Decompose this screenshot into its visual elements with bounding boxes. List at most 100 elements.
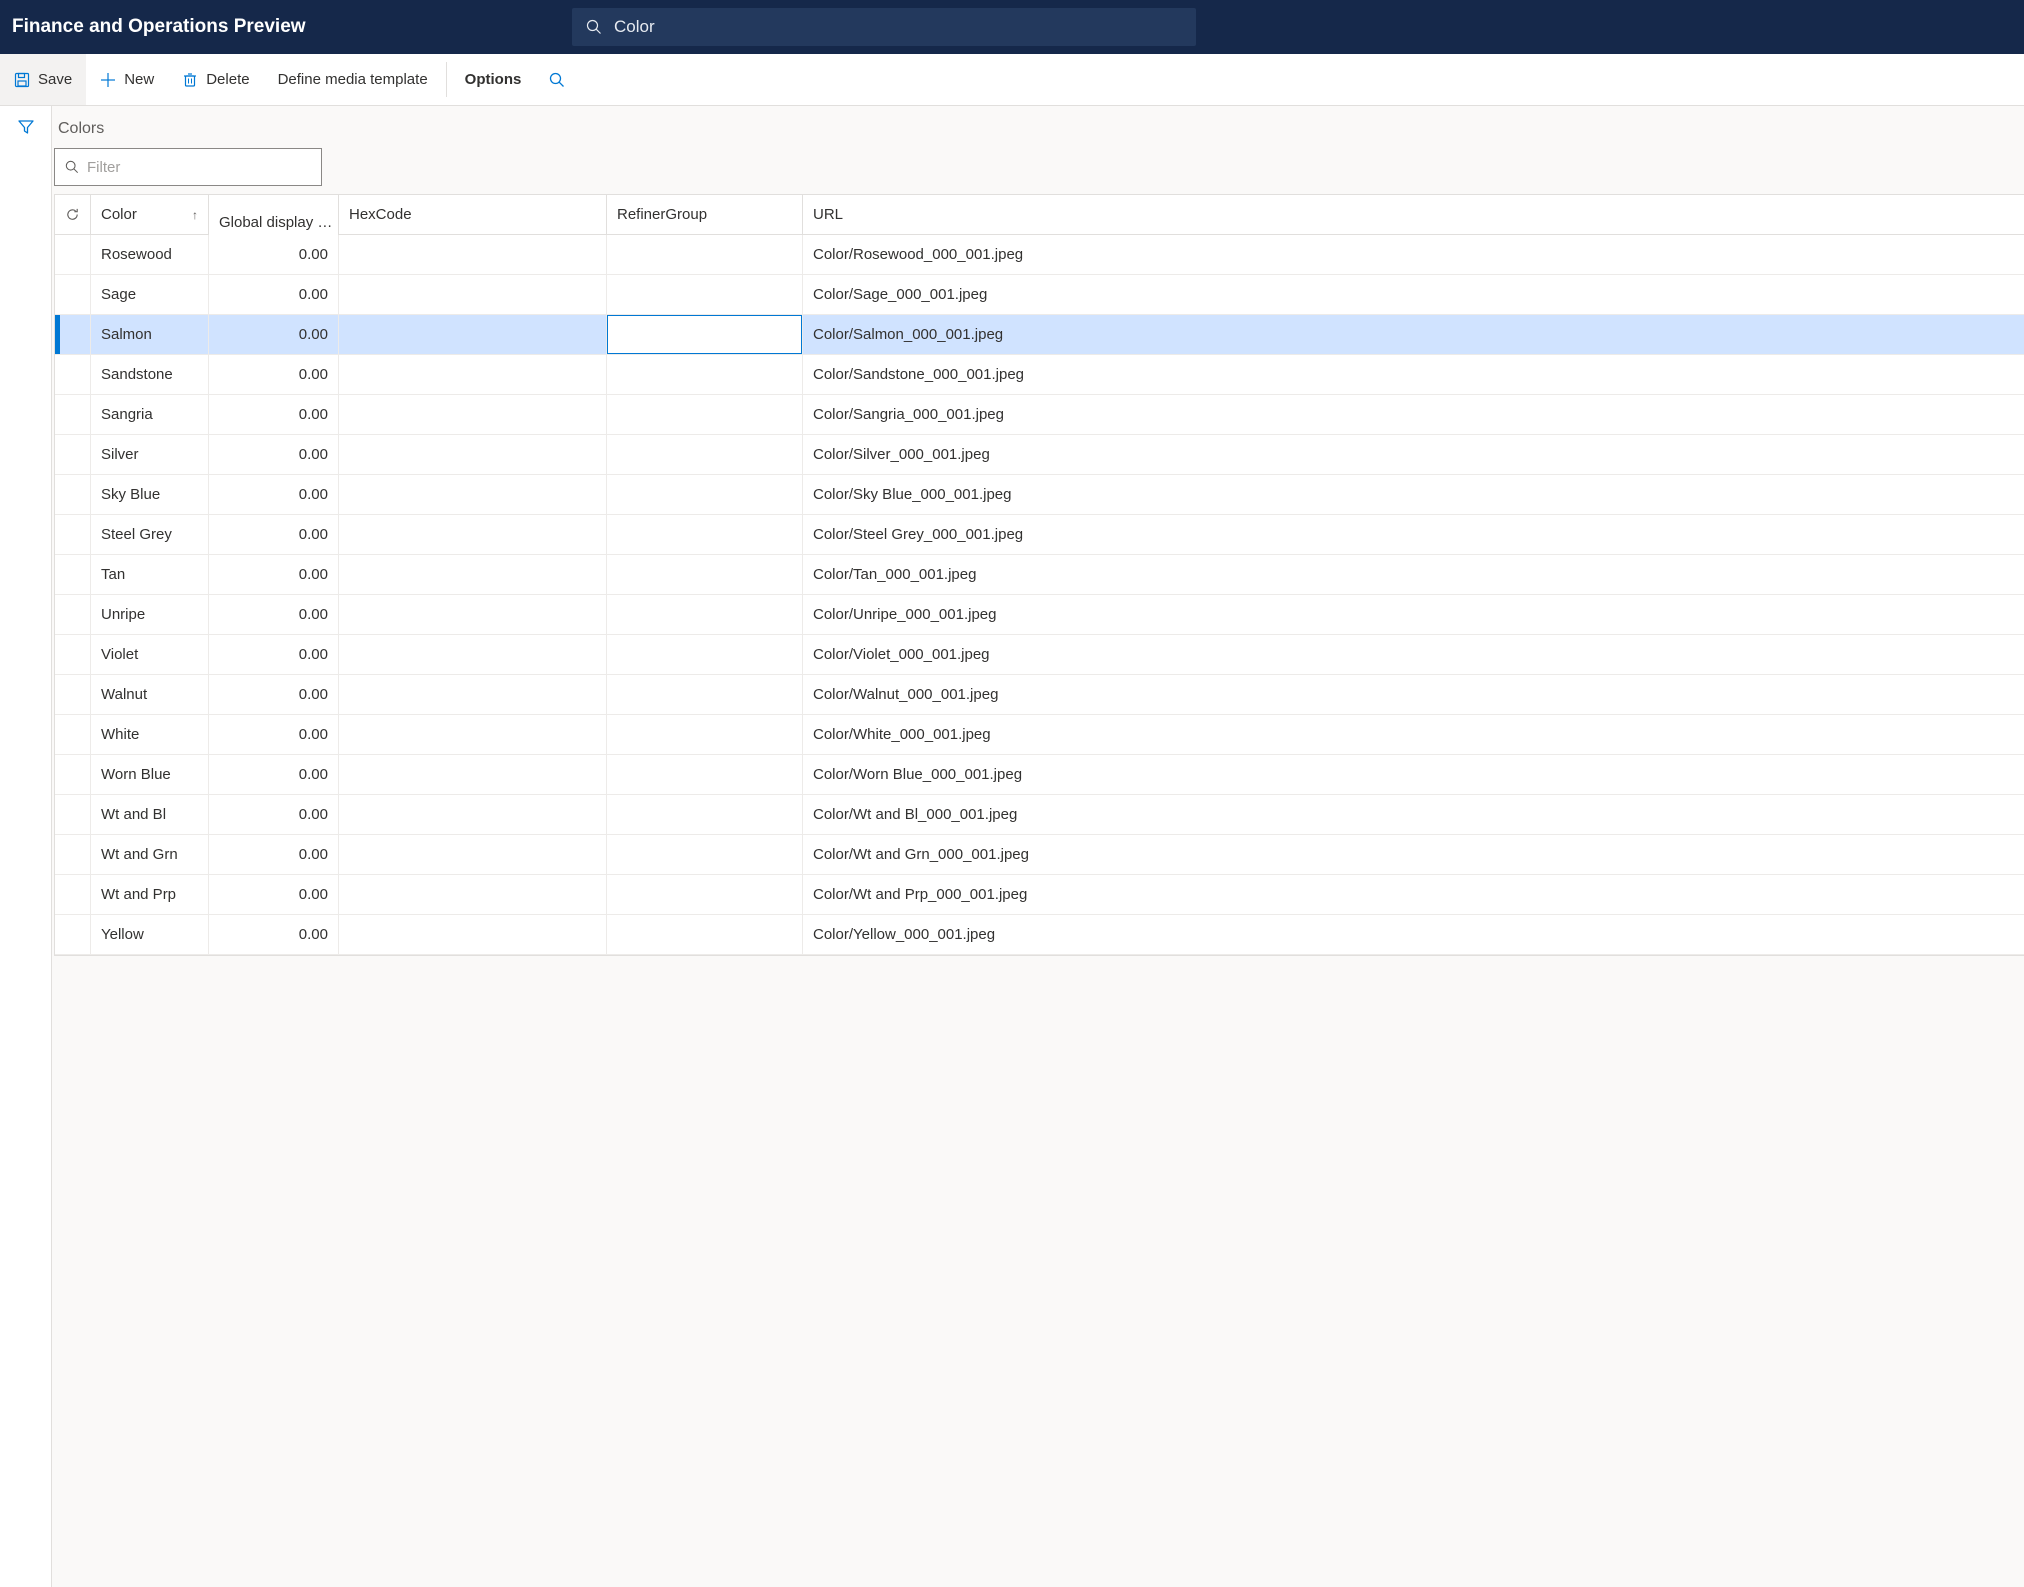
display-cell[interactable]: 0.00 <box>209 275 339 314</box>
hexcode-cell[interactable] <box>339 515 607 554</box>
display-cell[interactable]: 0.00 <box>209 915 339 954</box>
refinergroup-cell[interactable] <box>607 435 803 474</box>
refinergroup-cell[interactable] <box>607 475 803 514</box>
color-cell[interactable]: Salmon <box>91 315 209 354</box>
color-cell[interactable]: Tan <box>91 555 209 594</box>
display-cell[interactable]: 0.00 <box>209 795 339 834</box>
grid-filter-input[interactable] <box>87 159 311 176</box>
color-cell[interactable]: Sky Blue <box>91 475 209 514</box>
display-cell[interactable]: 0.00 <box>209 475 339 514</box>
url-cell[interactable]: Color/Steel Grey_000_001.jpeg <box>803 515 2024 554</box>
color-cell[interactable]: Sage <box>91 275 209 314</box>
display-cell[interactable]: 0.00 <box>209 715 339 754</box>
color-cell[interactable]: Unripe <box>91 595 209 634</box>
row-selector[interactable] <box>60 475 91 514</box>
hexcode-cell[interactable] <box>339 675 607 714</box>
row-selector[interactable] <box>60 795 91 834</box>
hexcode-cell[interactable] <box>339 635 607 674</box>
row-selector[interactable] <box>60 715 91 754</box>
color-cell[interactable]: Wt and Bl <box>91 795 209 834</box>
refinergroup-input[interactable] <box>607 315 802 354</box>
table-row[interactable]: Walnut0.00 Color/Walnut_000_001.jpeg <box>55 675 2024 715</box>
refinergroup-column-header[interactable]: RefinerGroup <box>607 195 803 234</box>
refinergroup-cell[interactable] <box>607 835 803 874</box>
table-row[interactable]: Silver0.00 Color/Silver_000_001.jpeg <box>55 435 2024 475</box>
hexcode-cell[interactable] <box>339 755 607 794</box>
refinergroup-cell[interactable] <box>607 875 803 914</box>
refinergroup-cell[interactable] <box>607 675 803 714</box>
new-button[interactable]: New <box>86 54 168 105</box>
display-cell[interactable]: 0.00 <box>209 875 339 914</box>
refinergroup-cell[interactable] <box>607 555 803 594</box>
display-cell[interactable]: 0.00 <box>209 835 339 874</box>
table-row[interactable]: Violet0.00Color/Violet_000_001.jpeg <box>55 635 2024 675</box>
url-cell[interactable]: Color/Worn Blue_000_001.jpeg <box>803 755 2024 794</box>
display-cell[interactable]: 0.00 <box>209 675 339 714</box>
url-cell[interactable]: Color/Wt and Bl_000_001.jpeg <box>803 795 2024 834</box>
url-cell[interactable]: Color/Walnut_000_001.jpeg <box>803 675 2024 714</box>
refinergroup-cell[interactable] <box>607 275 803 314</box>
color-cell[interactable]: Sangria <box>91 395 209 434</box>
row-selector[interactable] <box>60 635 91 674</box>
color-cell[interactable]: White <box>91 715 209 754</box>
refresh-column-header[interactable] <box>55 195 91 234</box>
table-row[interactable]: White0.00Color/White_000_001.jpeg <box>55 715 2024 755</box>
table-row[interactable]: Yellow0.00Color/Yellow_000_001.jpeg <box>55 915 2024 955</box>
url-column-header[interactable]: URL <box>803 195 2024 234</box>
color-column-header[interactable]: Color ↑ <box>91 195 209 234</box>
url-cell[interactable]: Color/Unripe_000_001.jpeg <box>803 595 2024 634</box>
refinergroup-cell[interactable] <box>607 395 803 434</box>
hexcode-cell[interactable] <box>339 475 607 514</box>
color-cell[interactable]: Silver <box>91 435 209 474</box>
color-cell[interactable]: Wt and Grn <box>91 835 209 874</box>
url-cell[interactable]: Color/Salmon_000_001.jpeg <box>803 315 2024 354</box>
url-cell[interactable]: Color/Sky Blue_000_001.jpeg <box>803 475 2024 514</box>
display-cell[interactable]: 0.00 <box>209 755 339 794</box>
display-cell[interactable]: 0.00 <box>209 555 339 594</box>
row-selector[interactable] <box>60 435 91 474</box>
color-cell[interactable]: Worn Blue <box>91 755 209 794</box>
hexcode-cell[interactable] <box>339 435 607 474</box>
grid-filter[interactable] <box>54 148 322 186</box>
delete-button[interactable]: Delete <box>168 54 263 105</box>
color-cell[interactable]: Steel Grey <box>91 515 209 554</box>
display-cell[interactable]: 0.00 <box>209 395 339 434</box>
refinergroup-cell[interactable] <box>607 715 803 754</box>
url-cell[interactable]: Color/Silver_000_001.jpeg <box>803 435 2024 474</box>
hexcode-cell[interactable] <box>339 315 607 354</box>
refinergroup-cell[interactable] <box>607 595 803 634</box>
filter-pane-toggle[interactable] <box>17 118 35 139</box>
table-row[interactable]: Tan0.00Color/Tan_000_001.jpeg <box>55 555 2024 595</box>
table-row[interactable]: Sangria0.00 Color/Sangria_000_001.jpeg <box>55 395 2024 435</box>
table-row[interactable]: Salmon0.00 Color/Salmon_000_001.jpeg <box>55 315 2024 355</box>
table-row[interactable]: Wt and Bl0.00 Color/Wt and Bl_000_001.jpe… <box>55 795 2024 835</box>
row-selector[interactable] <box>60 235 91 274</box>
row-selector[interactable] <box>60 355 91 394</box>
url-cell[interactable]: Color/Sangria_000_001.jpeg <box>803 395 2024 434</box>
color-cell[interactable]: Sandstone <box>91 355 209 394</box>
row-selector[interactable] <box>60 275 91 314</box>
hexcode-column-header[interactable]: HexCode <box>339 195 607 234</box>
table-row[interactable]: Wt and Grn0.00 Color/Wt and Grn_000_001.j… <box>55 835 2024 875</box>
refinergroup-cell[interactable] <box>607 755 803 794</box>
url-cell[interactable]: Color/Sage_000_001.jpeg <box>803 275 2024 314</box>
display-cell[interactable]: 0.00 <box>209 515 339 554</box>
table-row[interactable]: Sky Blue0.00 Color/Sky Blue_000_001.jpeg <box>55 475 2024 515</box>
color-cell[interactable]: Rosewood <box>91 235 209 274</box>
hexcode-cell[interactable] <box>339 595 607 634</box>
refinergroup-cell[interactable] <box>607 235 803 274</box>
display-cell[interactable]: 0.00 <box>209 435 339 474</box>
display-cell[interactable]: 0.00 <box>209 595 339 634</box>
url-cell[interactable]: Color/Wt and Grn_000_001.jpeg <box>803 835 2024 874</box>
url-cell[interactable]: Color/Wt and Prp_000_001.jpeg <box>803 875 2024 914</box>
display-cell[interactable]: 0.00 <box>209 235 339 274</box>
table-row[interactable]: Sage0.00 Color/Sage_000_001.jpeg <box>55 275 2024 315</box>
display-cell[interactable]: 0.00 <box>209 315 339 354</box>
url-cell[interactable]: Color/Yellow_000_001.jpeg <box>803 915 2024 954</box>
color-cell[interactable]: Walnut <box>91 675 209 714</box>
color-cell[interactable]: Violet <box>91 635 209 674</box>
hexcode-cell[interactable] <box>339 355 607 394</box>
hexcode-cell[interactable] <box>339 275 607 314</box>
display-cell[interactable]: 0.00 <box>209 635 339 674</box>
hexcode-cell[interactable] <box>339 715 607 754</box>
